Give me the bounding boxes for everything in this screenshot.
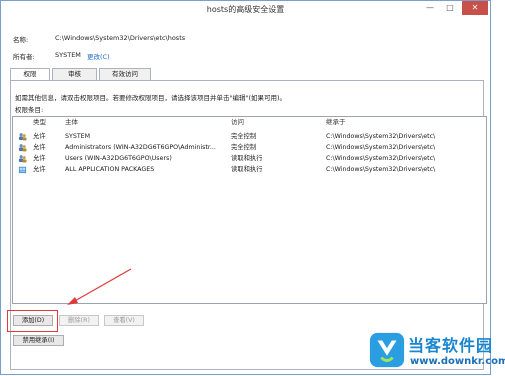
site-watermark: 当客软件园 www.downkr.com: [364, 328, 505, 375]
downkr-logo-icon: [369, 332, 405, 368]
watermark-title: 当客软件园: [408, 336, 494, 355]
watermark-url: www.downkr.com: [410, 356, 505, 367]
advanced-security-settings-window: hosts的高级安全设置 — □ ✕ 名称: C:\Windows\System…: [0, 0, 491, 375]
annotation-arrow: [67, 268, 132, 305]
